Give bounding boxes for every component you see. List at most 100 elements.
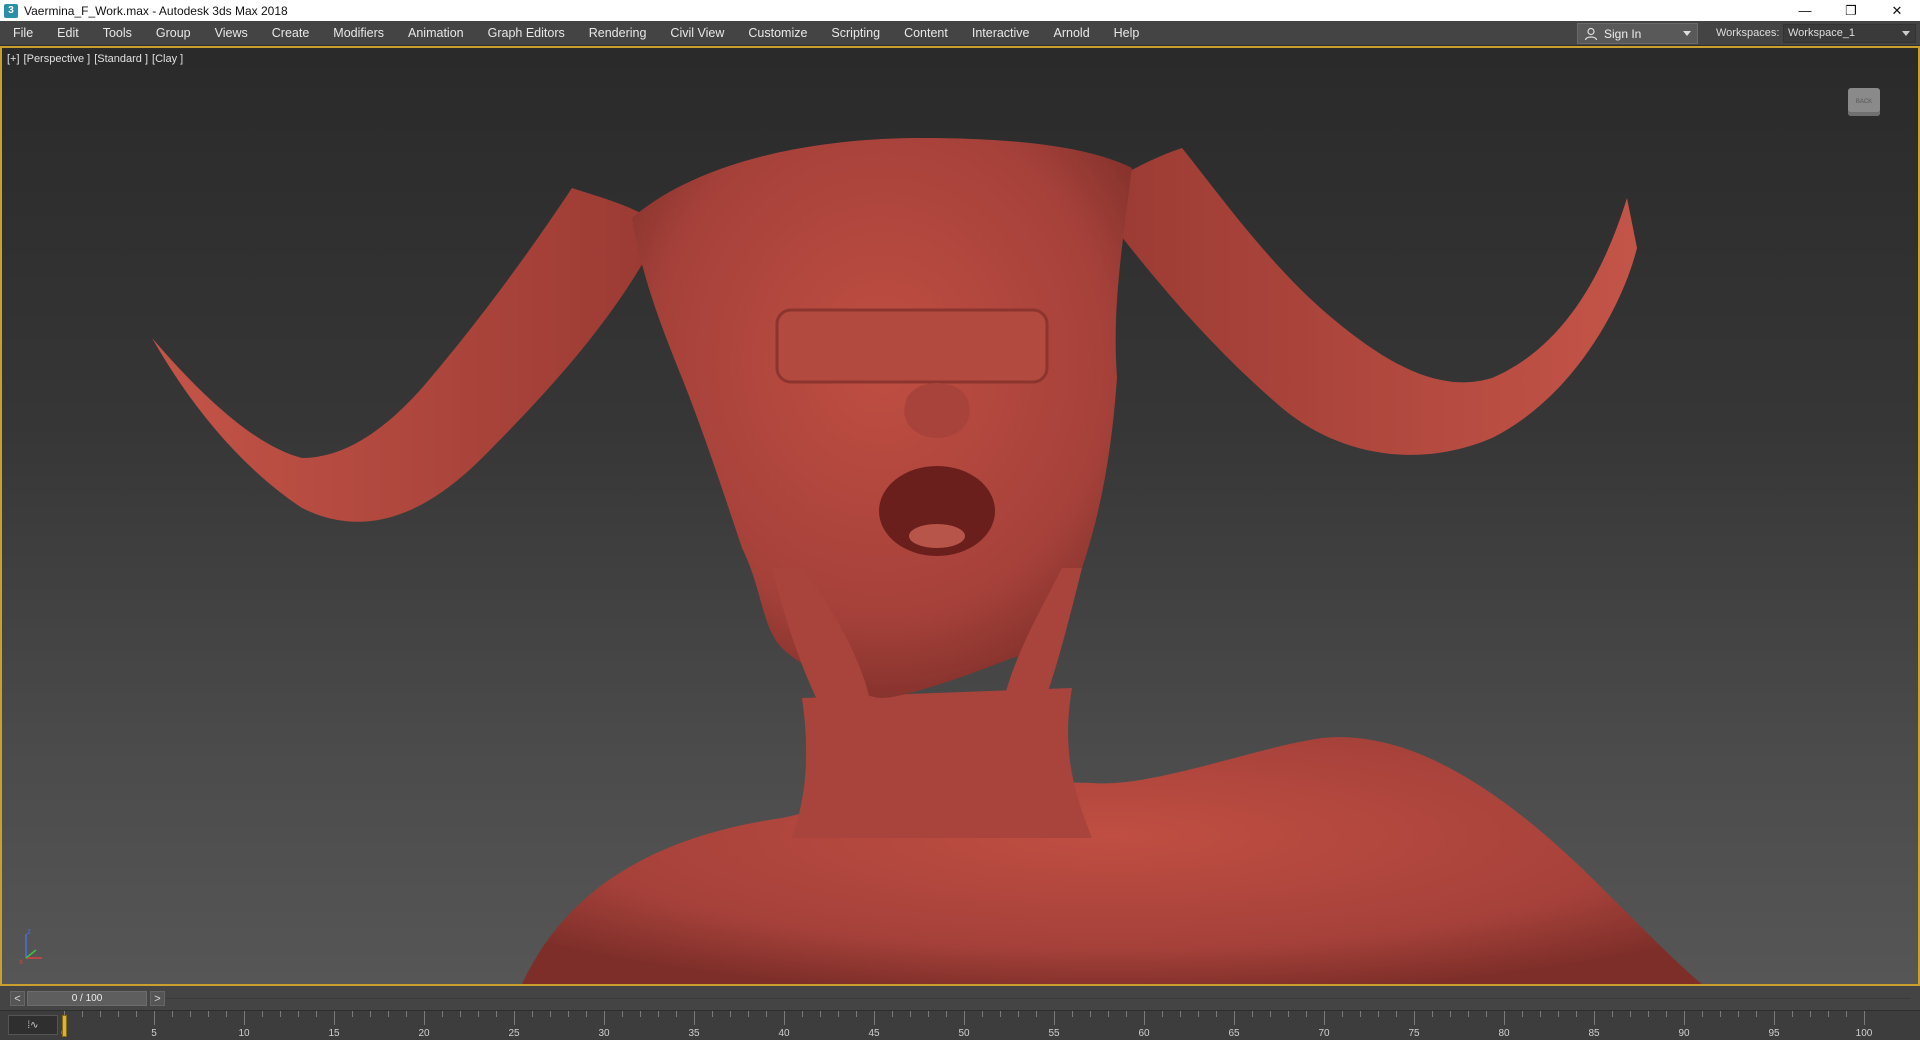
- ruler-tick: [406, 1011, 407, 1017]
- ruler-tick: [1630, 1011, 1631, 1017]
- ruler-tick: [1774, 1011, 1775, 1025]
- menu-help[interactable]: Help: [1102, 21, 1152, 46]
- ruler-tick: [874, 1011, 875, 1025]
- viewport-shading-menu[interactable]: [Standard ]: [94, 53, 148, 65]
- time-slider-track[interactable]: [165, 998, 1910, 999]
- user-icon: [1584, 27, 1598, 40]
- ruler-tick: [640, 1011, 641, 1017]
- ruler-tick: [1594, 1011, 1595, 1025]
- ruler-label: 90: [1678, 1028, 1690, 1039]
- ruler-tick: [1108, 1011, 1109, 1017]
- ruler-tick: [1414, 1011, 1415, 1025]
- ruler-tick: [1666, 1011, 1667, 1017]
- ruler-tick: [1828, 1011, 1829, 1017]
- ruler-tick: [1036, 1011, 1037, 1017]
- sign-in-label: Sign In: [1604, 26, 1642, 41]
- ruler-tick: [1396, 1011, 1397, 1017]
- curve-editor-toggle[interactable]: ⁞∿: [8, 1015, 58, 1035]
- ruler-tick: [1540, 1011, 1541, 1017]
- ruler-tick: [352, 1011, 353, 1017]
- menu-edit[interactable]: Edit: [45, 21, 91, 46]
- track-bar[interactable]: ⁞∿ 0510152025303540455055606570758085909…: [0, 1010, 1920, 1040]
- menu-graph-editors[interactable]: Graph Editors: [476, 21, 577, 46]
- ruler-tick: [262, 1011, 263, 1017]
- ruler-tick: [1234, 1011, 1235, 1025]
- menu-scripting[interactable]: Scripting: [819, 21, 892, 46]
- viewport-pov-menu[interactable]: [Perspective ]: [24, 53, 91, 65]
- workspace-select[interactable]: Workspace_1: [1783, 24, 1916, 43]
- ruler-tick: [856, 1011, 857, 1017]
- ruler-tick: [964, 1011, 965, 1025]
- ruler-tick: [280, 1011, 281, 1017]
- menu-arnold[interactable]: Arnold: [1042, 21, 1102, 46]
- ruler-tick: [1450, 1011, 1451, 1017]
- viewport-display-menu[interactable]: [Clay ]: [152, 53, 183, 65]
- ruler-tick: [100, 1011, 101, 1017]
- ruler-tick: [1738, 1011, 1739, 1017]
- viewport-menu-plus[interactable]: [+]: [7, 53, 20, 65]
- ruler-label: 40: [778, 1028, 790, 1039]
- ruler-tick: [1810, 1011, 1811, 1017]
- menu-civil-view[interactable]: Civil View: [658, 21, 736, 46]
- menu-content[interactable]: Content: [892, 21, 960, 46]
- menu-interactive[interactable]: Interactive: [960, 21, 1042, 46]
- menu-rendering[interactable]: Rendering: [577, 21, 659, 46]
- window-title: Vaermina_F_Work.max - Autodesk 3ds Max 2…: [24, 3, 288, 18]
- ruler-label: 5: [151, 1028, 157, 1039]
- ruler-tick: [208, 1011, 209, 1017]
- ruler-tick: [766, 1011, 767, 1017]
- ruler-tick: [694, 1011, 695, 1025]
- menu-tools[interactable]: Tools: [91, 21, 144, 46]
- ruler-tick: [784, 1011, 785, 1025]
- ruler-tick: [1180, 1011, 1181, 1017]
- sign-in-button[interactable]: Sign In: [1577, 23, 1698, 44]
- ruler-tick: [1270, 1011, 1271, 1017]
- close-button[interactable]: ✕: [1874, 0, 1920, 21]
- ruler-tick: [676, 1011, 677, 1017]
- menu-views[interactable]: Views: [203, 21, 260, 46]
- menu-customize[interactable]: Customize: [736, 21, 819, 46]
- viewport-label: [+] [Perspective ] [Standard ] [Clay ]: [7, 53, 183, 65]
- ruler-tick: [604, 1011, 605, 1025]
- ruler-label: 15: [328, 1028, 340, 1039]
- ruler-tick: [658, 1011, 659, 1017]
- ruler-tick: [1702, 1011, 1703, 1017]
- current-frame-marker[interactable]: [62, 1015, 67, 1037]
- menu-create[interactable]: Create: [260, 21, 322, 46]
- ruler-label: 85: [1588, 1028, 1600, 1039]
- ruler-tick: [1756, 1011, 1757, 1017]
- perspective-viewport[interactable]: [+] [Perspective ] [Standard ] [Clay ] B…: [0, 46, 1920, 986]
- ruler-label: 80: [1498, 1028, 1510, 1039]
- ruler-tick: [136, 1011, 137, 1017]
- ruler-label: 95: [1768, 1028, 1780, 1039]
- ruler-tick: [622, 1011, 623, 1017]
- ruler-label: 100: [1855, 1028, 1873, 1039]
- chevron-down-icon: [1683, 31, 1691, 36]
- ruler-tick: [1378, 1011, 1379, 1017]
- menu-animation[interactable]: Animation: [396, 21, 476, 46]
- time-slider[interactable]: 0 / 100: [27, 991, 147, 1006]
- ruler-tick: [1864, 1011, 1865, 1025]
- menu-group[interactable]: Group: [144, 21, 203, 46]
- ruler-tick: [1198, 1011, 1199, 1017]
- next-frame-button[interactable]: >: [150, 991, 165, 1006]
- ruler-tick: [334, 1011, 335, 1025]
- prev-frame-button[interactable]: <: [10, 991, 25, 1006]
- workspaces-label: Workspaces:: [1716, 27, 1780, 39]
- restore-button[interactable]: ❐: [1828, 0, 1874, 21]
- workspace-value: Workspace_1: [1788, 27, 1856, 39]
- ruler-label: 20: [418, 1028, 430, 1039]
- viewcube[interactable]: BACK: [1848, 88, 1880, 116]
- ruler-tick: [532, 1011, 533, 1017]
- ruler-tick: [928, 1011, 929, 1017]
- frame-ruler[interactable]: 0510152025303540455055606570758085909510…: [61, 1011, 1872, 1040]
- ruler-tick: [1216, 1011, 1217, 1017]
- ruler-tick: [820, 1011, 821, 1017]
- ruler-tick: [1648, 1011, 1649, 1017]
- ruler-tick: [1000, 1011, 1001, 1017]
- ruler-tick: [1576, 1011, 1577, 1017]
- ruler-tick: [1846, 1011, 1847, 1017]
- minimize-button[interactable]: —: [1782, 0, 1828, 21]
- menu-file[interactable]: File: [0, 21, 45, 46]
- menu-modifiers[interactable]: Modifiers: [321, 21, 396, 46]
